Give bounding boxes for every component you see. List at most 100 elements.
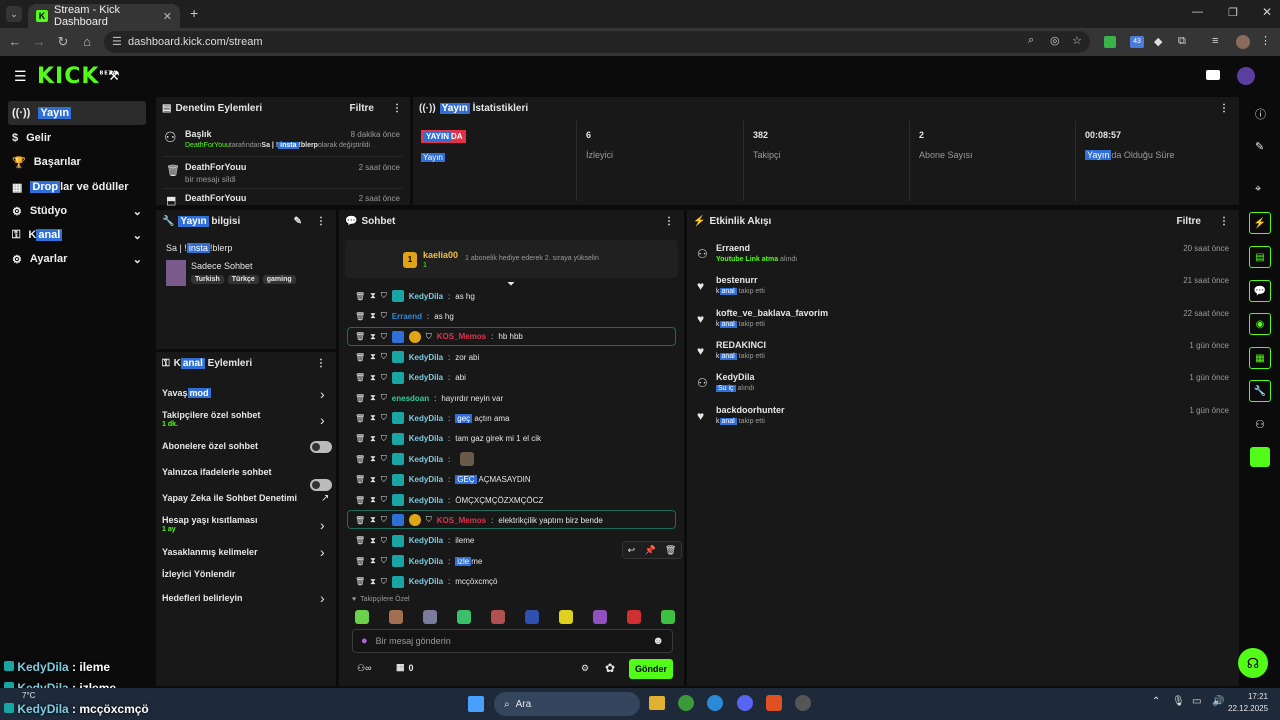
timeout-icon[interactable]: ⧗ <box>370 393 376 403</box>
ban-shield-icon[interactable]: ⛉ <box>381 536 387 546</box>
user-dots-icon[interactable]: ⚇ <box>1255 418 1265 431</box>
chat-username[interactable]: KedyDila <box>409 577 443 586</box>
more-icon[interactable]: ⋮ <box>1219 103 1229 114</box>
sidebar-item-yayin[interactable]: ((·)) Yayın <box>8 101 146 125</box>
edge-icon[interactable] <box>707 695 723 711</box>
file-explorer-icon[interactable] <box>649 696 665 710</box>
maximize-button[interactable]: ❐ <box>1228 6 1238 19</box>
external-link-icon[interactable]: ↗ <box>321 493 329 504</box>
delete-icon[interactable]: 🗑 <box>355 496 365 505</box>
support-headset-icon[interactable]: ☊ <box>1238 648 1268 678</box>
chat-message[interactable]: 🗑 ⧗ ⛉ KedyDila: ileme <box>355 532 474 550</box>
delete-icon[interactable]: 🗑 <box>355 455 365 464</box>
chat-message[interactable]: 🗑 ⧗ ⛉ ⛉ KOS_Memos: elektrikçilik yaptım birz … <box>355 511 603 529</box>
timeout-icon[interactable]: ⧗ <box>370 291 376 301</box>
ban-shield-icon[interactable]: ⛉ <box>381 413 387 423</box>
emote-item[interactable] <box>661 610 675 624</box>
delete-icon[interactable]: 🗑 <box>355 353 365 362</box>
sidebar-item-kanal[interactable]: ⚿ Kanal ⌄ <box>8 223 146 247</box>
delete-icon[interactable]: 🗑 <box>355 292 365 301</box>
quick-action-broadcast[interactable]: ◉ <box>1249 313 1271 335</box>
shield-extension-icon[interactable] <box>1104 36 1116 48</box>
activity-username[interactable]: REDAKINCI <box>716 340 766 350</box>
forward-icon[interactable]: → <box>32 34 46 49</box>
ban-shield-icon[interactable]: ⛉ <box>381 475 387 485</box>
emoji-icon[interactable]: ☻ <box>652 635 664 647</box>
ban-shield-icon[interactable]: ⛉ <box>381 454 387 464</box>
site-info-icon[interactable]: ☰ <box>112 35 122 48</box>
chat-message[interactable]: 🗑 ⧗ ⛉ KedyDila: zor abi <box>355 348 479 366</box>
sidebar-item-gelir[interactable]: $ Gelir <box>8 126 146 150</box>
chat-username[interactable]: KedyDila <box>409 475 443 484</box>
chat-message[interactable]: 🗑 ⧗ ⛉ KedyDila: as hg <box>355 287 475 305</box>
timeout-icon[interactable]: ⧗ <box>370 332 376 342</box>
account-age-item[interactable]: Hesap yaşı kısıtlaması <box>162 515 258 525</box>
emote-picker-icon[interactable]: ✿ <box>605 661 615 675</box>
quick-action-chat[interactable]: 💬 <box>1249 280 1271 302</box>
chat-message[interactable]: 🗑 ⧗ ⛉ KedyDila: ÖMÇXÇMÇÖZXMÇÖCZ <box>355 491 543 509</box>
chat-username[interactable]: KedyDila <box>409 292 443 301</box>
ban-shield-icon[interactable]: ⛉ <box>381 332 387 342</box>
discord-icon[interactable] <box>737 695 753 711</box>
chevron-right-icon[interactable]: › <box>320 412 325 428</box>
filter-button[interactable]: Filtre <box>350 103 374 114</box>
timeout-icon[interactable]: ⧗ <box>370 373 376 383</box>
chevron-right-icon[interactable]: › <box>320 544 325 560</box>
emote-item[interactable] <box>627 610 641 624</box>
followers-only-item[interactable]: Takipçilere özel sohbet <box>162 410 260 420</box>
puzzle-icon[interactable]: ⧉ <box>1178 35 1186 48</box>
delete-icon[interactable]: 🗑 <box>355 332 365 341</box>
emote-item[interactable] <box>355 610 369 624</box>
chat-message[interactable]: 🗑 ⧗ ⛉ KedyDila: GEÇ AÇMASAYDIN <box>355 471 531 489</box>
chat-username[interactable]: KedyDila <box>409 353 443 362</box>
hamburger-menu-icon[interactable]: ☰ <box>14 68 27 85</box>
more-icon[interactable]: ⋮ <box>1219 216 1229 227</box>
ban-shield-icon[interactable]: ⛉ <box>381 434 387 444</box>
extension-badge[interactable]: 43 <box>1130 36 1144 48</box>
quick-action-tools[interactable]: 🔧 <box>1249 380 1271 402</box>
timeout-icon[interactable]: ⧗ <box>370 556 376 566</box>
new-tab-button[interactable]: + <box>190 5 198 21</box>
activity-username[interactable]: kofte_ve_baklava_favorim <box>716 308 828 318</box>
emote-item[interactable] <box>593 610 607 624</box>
activity-username[interactable]: bestenurr <box>716 275 758 285</box>
chrome-icon[interactable] <box>678 695 694 711</box>
reload-icon[interactable]: ↻ <box>56 34 70 50</box>
bookmark-star-icon[interactable]: ☆ <box>1072 34 1082 47</box>
microphone-tray-icon[interactable]: 🎙 <box>1172 696 1185 707</box>
timeout-icon[interactable]: ⧗ <box>370 434 376 444</box>
windows-start-icon[interactable] <box>468 696 484 712</box>
emote-item[interactable] <box>423 610 437 624</box>
activity-username[interactable]: KedyDila <box>716 372 755 382</box>
chat-message[interactable]: 🗑 ⧗ ⛉ KedyDila: abi <box>355 369 466 387</box>
quick-action-window[interactable]: ▦ <box>1249 347 1271 369</box>
home-icon[interactable]: ⌂ <box>80 34 94 49</box>
timeout-icon[interactable]: ⧗ <box>370 311 376 321</box>
sidebar-item-studyo[interactable]: ⚙ Stüdyo ⌄ <box>8 199 146 223</box>
taskbar-search[interactable]: ⌕ Ara <box>494 692 640 716</box>
tools-icon[interactable]: ⚒ <box>108 68 120 84</box>
host-redirect-item[interactable]: İzleyici Yönlendir <box>162 569 235 579</box>
delete-icon[interactable]: 🗑 <box>355 414 365 423</box>
chat-message[interactable]: 🗑 ⧗ ⛉ KedyDila: mcçöxcmçö <box>355 573 497 591</box>
quick-action-notes[interactable]: ▤ <box>1249 246 1271 268</box>
minimize-button[interactable]: — <box>1192 6 1203 18</box>
delete-icon[interactable]: 🗑 <box>355 373 365 382</box>
timeout-icon[interactable]: ⧗ <box>370 495 376 505</box>
timeout-icon[interactable]: ⧗ <box>370 475 376 485</box>
send-button[interactable]: Gönder <box>629 659 673 679</box>
menu-dots-icon[interactable]: ⋮ <box>1260 34 1271 47</box>
diamond-extension-icon[interactable]: ◆ <box>1154 35 1162 48</box>
crosshair-icon[interactable]: ⌖ <box>1255 183 1261 196</box>
ban-shield-icon[interactable]: ⛉ <box>381 577 387 587</box>
emote-item[interactable] <box>457 610 471 624</box>
chat-username[interactable]: KedyDila <box>409 434 443 443</box>
ban-shield-icon[interactable]: ⛉ <box>381 556 387 566</box>
subscribers-only-toggle[interactable] <box>310 441 332 453</box>
chat-users-icon[interactable]: ⚇∞ <box>357 663 371 674</box>
ai-moderation-item[interactable]: Yapay Zeka ile Sohbet Denetimi <box>162 493 297 503</box>
user-avatar[interactable] <box>1237 67 1255 85</box>
eye-off-icon[interactable]: ◎ <box>1050 34 1060 47</box>
ban-shield-icon[interactable]: ⛉ <box>381 373 387 383</box>
tray-chevron-icon[interactable]: ⌃ <box>1152 696 1160 707</box>
